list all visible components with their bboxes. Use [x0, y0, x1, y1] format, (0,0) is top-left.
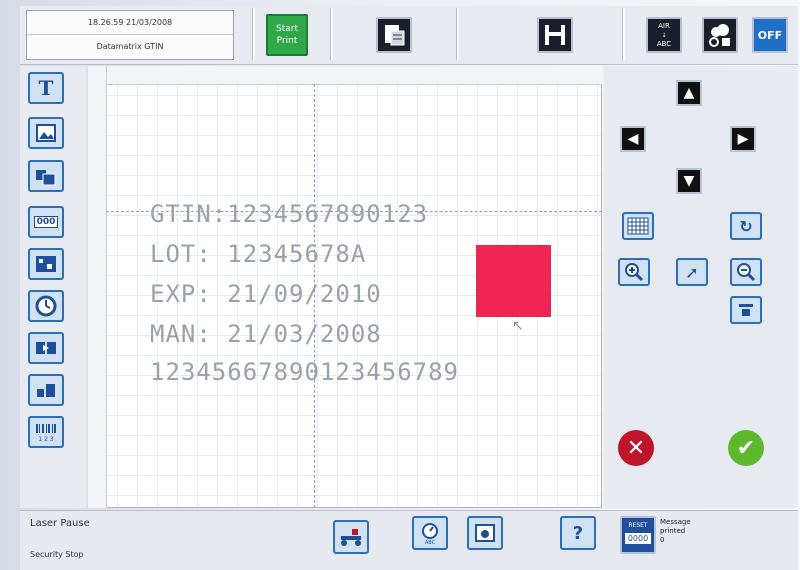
toolbar-divider	[622, 8, 625, 60]
text-tool-icon: T	[38, 76, 54, 100]
start-print-button[interactable]: Start Print	[266, 14, 308, 56]
edit-message-button[interactable]	[376, 17, 412, 53]
cloud-settings-icon	[709, 24, 730, 47]
arrow-left-icon: ◀	[627, 131, 639, 147]
conveyor-icon	[341, 529, 361, 546]
floppy-disk-icon	[545, 25, 565, 45]
air-label-2: ABC	[656, 39, 672, 48]
clock-tool-button[interactable]	[28, 290, 64, 322]
mouse-cursor-icon: ↖	[512, 318, 524, 334]
save-button[interactable]	[537, 17, 573, 53]
move-up-button[interactable]: ▲	[676, 80, 702, 106]
arrow-right-icon: ▶	[737, 131, 749, 147]
zoom-in-button[interactable]	[618, 258, 650, 286]
speed-button[interactable]: ABC	[412, 516, 448, 550]
message-printed-box: Message printed 0	[660, 518, 710, 545]
arrow-down-icon: ▼	[683, 173, 695, 189]
counter-tool-icon: 000	[33, 216, 59, 228]
image-tool-icon	[36, 124, 56, 142]
text-tool-button[interactable]: T	[28, 72, 64, 104]
encoder-button[interactable]	[467, 516, 503, 550]
logo-tool-icon	[36, 170, 56, 186]
print-text-line[interactable]: MAN: 21/03/2008	[150, 320, 382, 348]
move-left-button[interactable]: ◀	[620, 126, 646, 152]
close-icon: ✕	[626, 435, 646, 461]
toolbar-divider	[456, 8, 459, 60]
speed-gauge-icon: ABC	[422, 523, 438, 545]
off-button[interactable]: OFF	[752, 17, 788, 53]
print-text-line[interactable]: LOT: 12345678A	[150, 240, 366, 268]
ruler-vertical	[88, 66, 107, 508]
cancel-button[interactable]: ✕	[618, 430, 654, 466]
barcode-tool-button[interactable]	[28, 248, 64, 280]
start-print-label-2: Print	[276, 36, 298, 46]
conveyor-button[interactable]	[333, 520, 369, 554]
barcode123-tool-icon: 1 2 3	[36, 424, 56, 442]
select-pointer-button[interactable]: ➚	[676, 258, 708, 286]
start-print-label-1: Start	[276, 24, 298, 34]
datetime-display: 18.26.59 21/03/2008	[27, 11, 233, 35]
security-status-text: Security Stop	[30, 550, 84, 559]
pointer-icon: ➚	[685, 262, 699, 282]
clock-tool-icon	[35, 295, 57, 317]
help-button[interactable]: ?	[560, 516, 596, 550]
settings-clean-button[interactable]	[702, 17, 738, 53]
message-name-display: Datamatrix GTIN	[96, 42, 164, 51]
air-abc-button[interactable]: AIR ↓ ABC	[646, 17, 682, 53]
toolbar-divider	[330, 8, 333, 60]
toolbar-divider	[252, 8, 255, 60]
rotate-icon: ↻	[739, 216, 753, 236]
align-button[interactable]	[730, 296, 762, 324]
reset-label: RESET	[628, 522, 648, 529]
print-text-line[interactable]: GTIN:1234567890123	[150, 200, 428, 228]
move-down-button[interactable]: ▼	[676, 168, 702, 194]
zoom-out-button[interactable]	[730, 258, 762, 286]
grid-toggle-button[interactable]	[622, 212, 654, 240]
barcode-tool-icon	[36, 256, 56, 272]
move-tool-icon	[37, 384, 55, 397]
arrow-up-icon: ▲	[683, 85, 695, 101]
counter-display: 0000	[625, 533, 651, 544]
edit-message-icon	[385, 25, 405, 46]
align-icon	[739, 304, 753, 316]
laser-status-text: Laser Pause	[30, 518, 90, 529]
zoom-in-icon	[625, 263, 644, 282]
zoom-out-icon	[737, 263, 756, 282]
rotate-button[interactable]: ↻	[730, 212, 762, 240]
counter-tool-button[interactable]: 000	[28, 206, 64, 238]
message-printed-count: 0	[660, 536, 665, 544]
move-tool-button[interactable]	[28, 374, 64, 406]
selected-datamatrix-object[interactable]	[476, 245, 551, 317]
move-right-button[interactable]: ▶	[730, 126, 756, 152]
shift-tool-icon	[36, 342, 56, 354]
print-text-line[interactable]: 12345667890123456789	[150, 358, 459, 386]
checkmark-icon: ✔	[736, 435, 756, 461]
print-text-line[interactable]: EXP: 21/09/2010	[150, 280, 382, 308]
encoder-icon	[475, 524, 495, 542]
status-info-box: 18.26.59 21/03/2008 Datamatrix GTIN	[26, 10, 234, 60]
air-label-1: AIR	[658, 21, 670, 30]
reset-counter-button[interactable]: RESET 0000	[620, 516, 656, 554]
svg-text:1 2 3: 1 2 3	[38, 436, 53, 442]
shift-tool-button[interactable]	[28, 332, 64, 364]
grid-icon	[627, 217, 649, 235]
ruler-horizontal	[88, 66, 602, 85]
message-printed-label: Message printed	[660, 518, 691, 535]
svg-text:ABC: ABC	[425, 540, 436, 545]
image-tool-button[interactable]	[28, 117, 64, 149]
barcode123-tool-button[interactable]: 1 2 3	[28, 416, 64, 448]
help-icon: ?	[572, 522, 584, 544]
arrow-down-icon: ↓	[661, 31, 667, 39]
logo-tool-button[interactable]	[28, 160, 64, 192]
confirm-button[interactable]: ✔	[728, 430, 764, 466]
